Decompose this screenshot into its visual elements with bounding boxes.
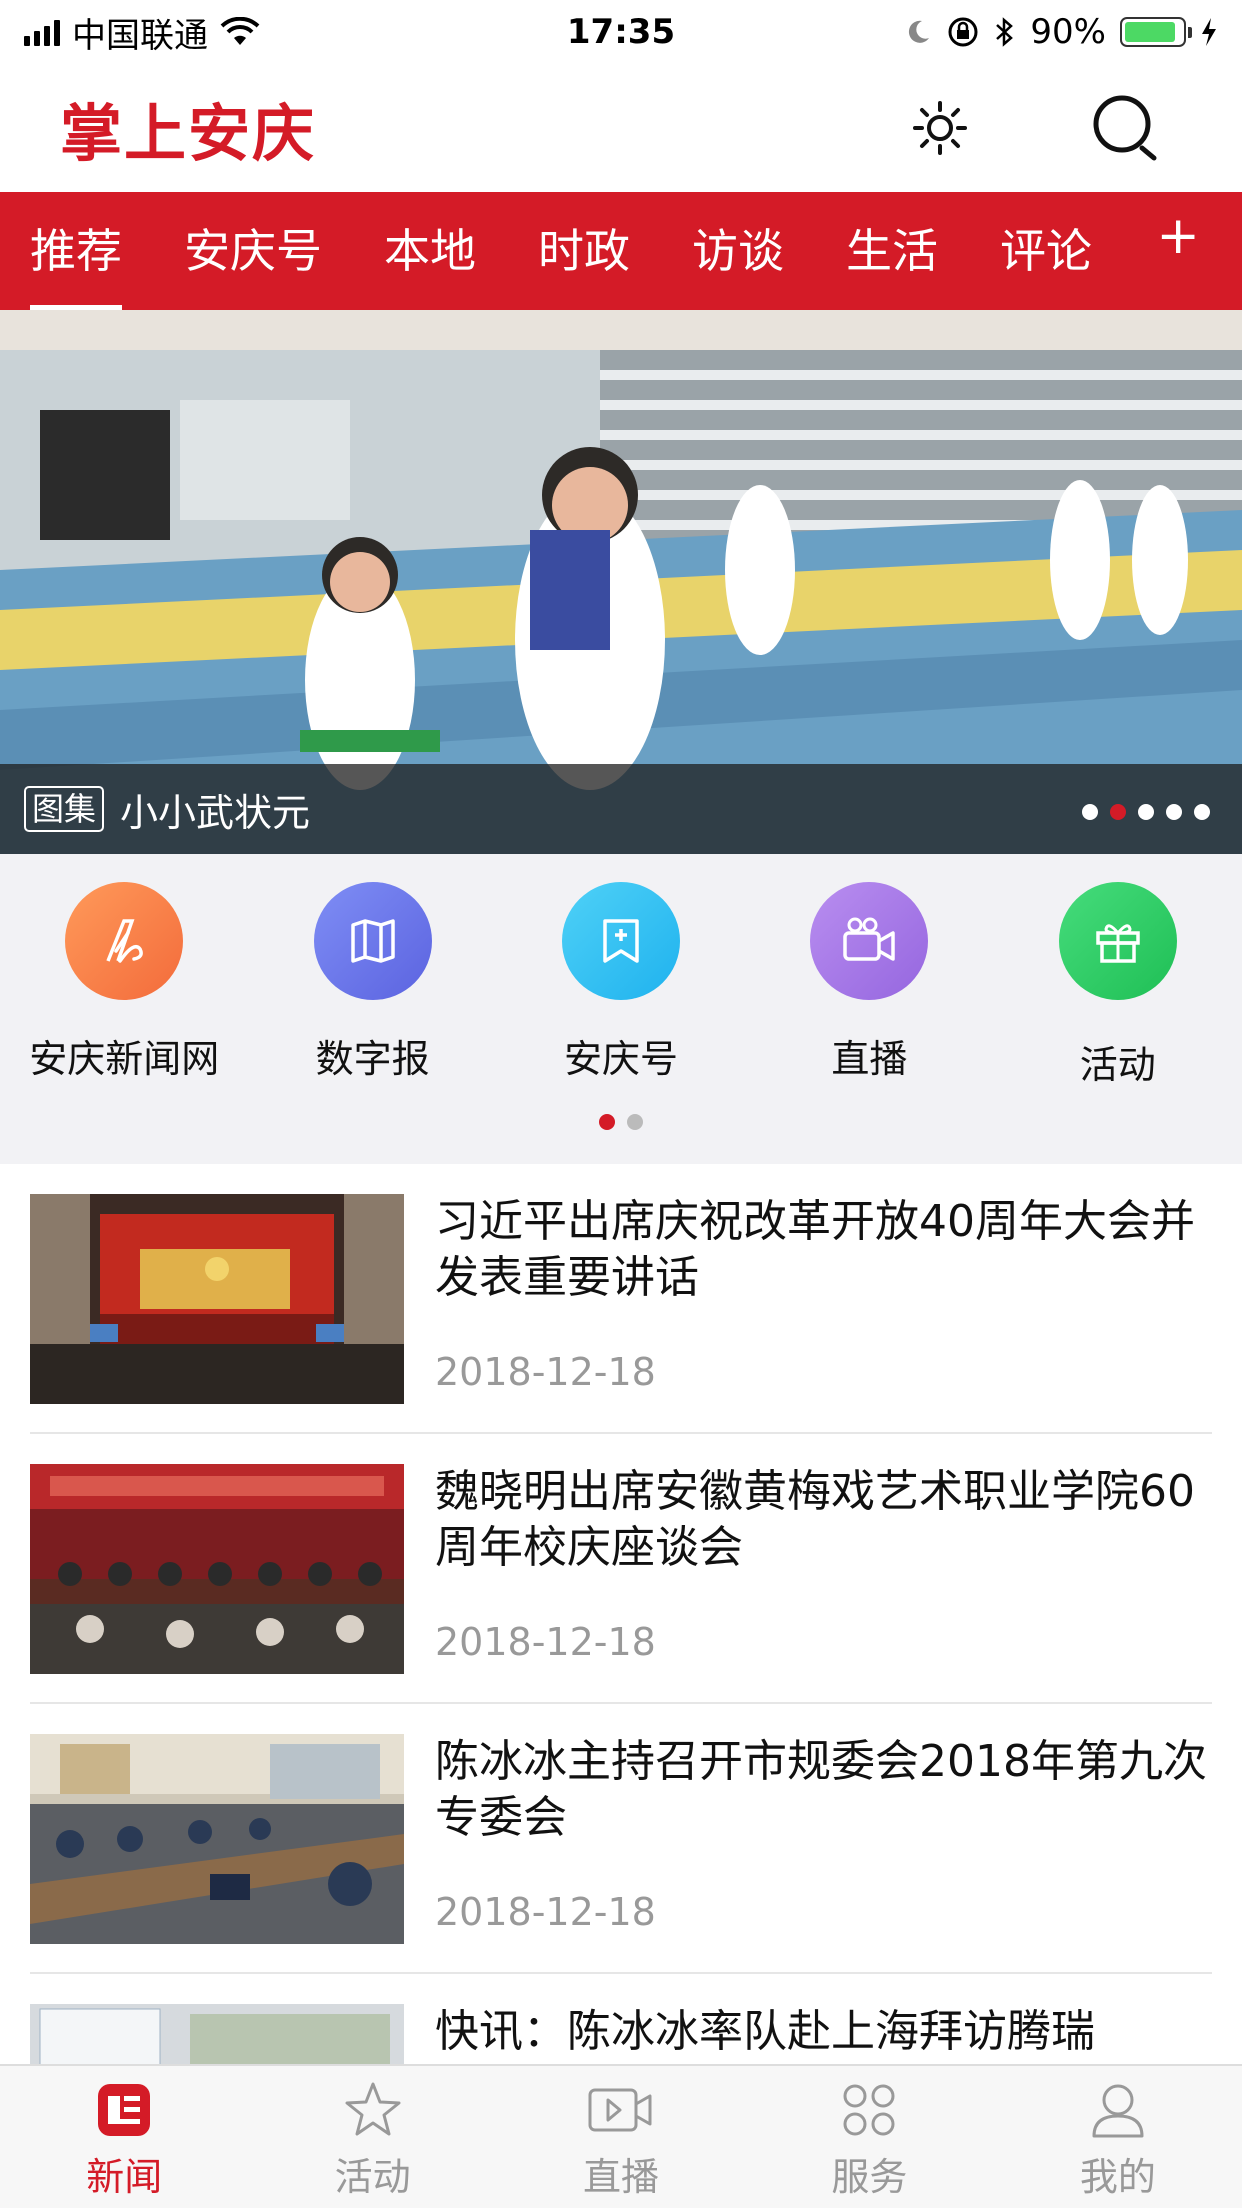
banner-dot[interactable] [1166,804,1182,820]
star-icon [345,2082,401,2136]
tab-label: 新闻 [86,2155,163,2199]
banner-carousel[interactable]: 图集 小小武状元 [0,310,1242,854]
news-title: 陈冰冰主持召开市规委会2018年第九次专委会 [435,1736,1207,1843]
page-dot-active[interactable] [599,1114,615,1130]
quick-label: 直播 [831,1037,908,1081]
header-actions [910,92,1202,164]
channel-bar: 推荐 安庆号 本地 时政 访谈 生活 评论 + [0,192,1242,310]
news-date: 2018-12-18 [435,1350,656,1394]
list-item[interactable]: 魏晓明出席安徽黄梅戏艺术职业学院60周年校庆座谈会 2018-12-18 [30,1434,1212,1704]
news-thumbnail [30,1734,404,1944]
video-camera-icon [810,882,929,1000]
quick-label: 活动 [1079,1043,1156,1087]
tab-anqing-hao[interactable]: 安庆号 [184,192,322,310]
news-thumbnail [30,2004,404,2064]
video-icon [588,2088,652,2132]
tab-activity[interactable]: 活动 [248,2066,496,2208]
gallery-tag: 图集 [24,786,105,832]
moon-icon [909,20,930,43]
news-date: 2018-12-18 [435,1890,656,1934]
banner-dot[interactable] [1194,804,1210,820]
signal-icon [24,18,60,46]
quick-nav: 安庆新闻网 数字报 安庆号 直播 活动 [0,854,1242,1164]
banner-title: 小小武状元 [120,790,311,835]
status-left: 中国联通 [24,8,424,57]
news-date: 2018-12-18 [435,1620,656,1664]
charging-icon [1202,18,1216,46]
add-channel-button[interactable]: + [1156,206,1200,266]
quick-label: 数字报 [315,1037,430,1081]
status-bar: 中国联通 17:35 90% [0,0,1242,64]
news-title: 快讯：陈冰冰率队赴上海拜访腾瑞 [435,2006,1095,2057]
list-item[interactable]: 快讯：陈冰冰率队赴上海拜访腾瑞 [30,1974,1212,2064]
app-logo: 掌上安庆 [60,97,317,170]
bottom-tab-bar: 新闻 活动 直播 服务 我的 [0,2064,1242,2208]
user-icon [1092,2084,1144,2138]
list-item[interactable]: 陈冰冰主持召开市规委会2018年第九次专委会 2018-12-18 [30,1704,1212,1974]
news-thumbnail [30,1464,404,1674]
bookmark-add-icon [561,882,680,1000]
news-title: 魏晓明出席安徽黄梅戏艺术职业学院60周年校庆座谈会 [435,1466,1195,1573]
news-list: 习近平出席庆祝改革开放40周年大会并发表重要讲话 2018-12-18 魏晓明出… [0,1164,1242,2064]
tab-life[interactable]: 生活 [846,192,938,310]
tab-comment[interactable]: 评论 [1000,192,1092,310]
news-title: 习近平出席庆祝改革开放40周年大会并发表重要讲话 [435,1196,1195,1303]
tab-interview[interactable]: 访谈 [692,192,784,310]
tab-live[interactable]: 直播 [497,2066,745,2208]
app-header: 掌上安庆 [0,64,1242,192]
news-icon [98,2084,151,2136]
status-right: 90% [818,12,1218,52]
battery-icon [1120,17,1192,47]
news-thumbnail [30,1194,404,1404]
battery-percent: 90% [1030,12,1106,52]
banner-pagination [1082,804,1210,820]
status-time: 17:35 [566,12,676,52]
brightness-icon[interactable] [910,98,970,158]
quick-label: 安庆新闻网 [29,1037,220,1081]
tab-mine[interactable]: 我的 [994,2066,1242,2208]
banner-dot[interactable] [1138,804,1154,820]
carrier-label: 中国联通 [72,15,208,56]
quick-item-news-site[interactable]: 安庆新闻网 [0,882,248,1089]
gift-icon [1058,882,1177,1000]
tab-local[interactable]: 本地 [384,192,476,310]
quick-nav-pagination [0,1114,1242,1130]
list-item[interactable]: 习近平出席庆祝改革开放40周年大会并发表重要讲话 2018-12-18 [30,1164,1212,1434]
grid-icon [843,2084,895,2136]
tab-service[interactable]: 服务 [745,2066,993,2208]
tab-label: 活动 [334,2155,411,2199]
banner-dot[interactable] [1082,804,1098,820]
bluetooth-icon [996,17,1014,47]
tab-recommend[interactable]: 推荐 [30,192,122,310]
tab-label: 直播 [583,2155,660,2199]
map-book-icon [313,882,432,1000]
banner-dot-active[interactable] [1110,804,1126,820]
tab-news[interactable]: 新闻 [0,2066,248,2208]
tab-label: 服务 [831,2155,908,2199]
quick-item-anqing-hao[interactable]: 安庆号 [497,882,745,1089]
wifi-icon [220,17,260,45]
banner-caption: 图集 小小武状元 [0,764,1242,854]
rotation-lock-icon [948,17,978,47]
pen-icon [65,882,184,1000]
quick-item-digital-paper[interactable]: 数字报 [248,882,496,1089]
page-dot[interactable] [627,1114,643,1130]
quick-item-activity[interactable]: 活动 [994,882,1242,1089]
search-icon[interactable] [1090,92,1162,164]
tab-politics[interactable]: 时政 [538,192,630,310]
tab-label: 我的 [1079,2155,1156,2199]
quick-item-live[interactable]: 直播 [745,882,993,1089]
quick-label: 安庆号 [563,1037,678,1081]
